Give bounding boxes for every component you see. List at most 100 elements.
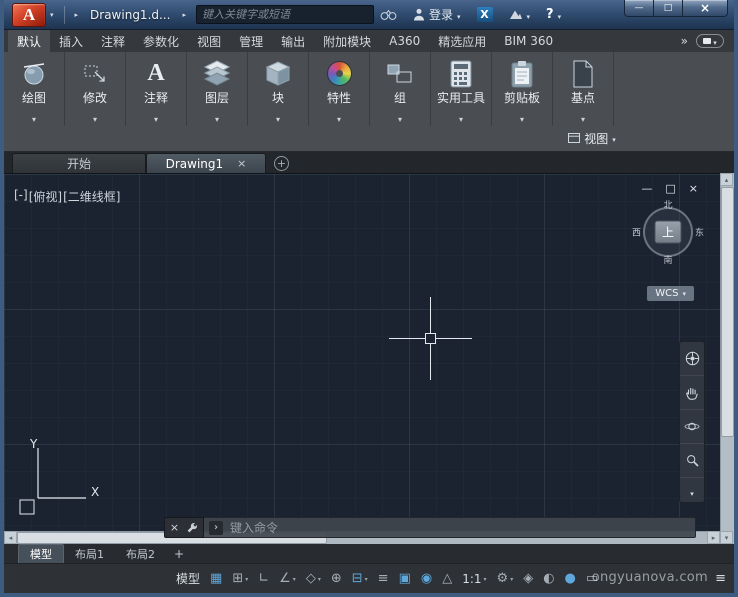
drawing-close-icon[interactable]: × <box>689 182 698 195</box>
ribbon-tab-a360[interactable]: A360 <box>380 30 429 52</box>
viewcube-east[interactable]: 东 <box>695 226 704 239</box>
vertical-scroll-thumb[interactable] <box>721 187 734 437</box>
minimize-button[interactable]: — <box>624 0 654 17</box>
exchange-apps-button[interactable]: X <box>476 7 493 22</box>
status-isolate-objects-button[interactable]: ◐ <box>543 572 554 585</box>
drawing-canvas[interactable]: [-] [俯视] [二维线框] — □ × 北 南 西 东 上 WCS ▾ ▾ … <box>4 173 720 544</box>
ribbon-tab-addins[interactable]: 附加模块 <box>314 30 380 52</box>
wcs-dropdown[interactable]: WCS <box>647 286 694 301</box>
viewcube-west[interactable]: 西 <box>632 226 641 239</box>
help-search-field[interactable] <box>195 5 374 24</box>
status-annotation-monitor-toggle[interactable]: ◈ <box>523 572 533 585</box>
annotation-scale-caret-icon[interactable] <box>482 572 487 586</box>
status-workspace-switcher[interactable]: ⚙ <box>497 572 514 586</box>
viewcube-top-face[interactable]: 上 <box>654 220 682 244</box>
command-close-icon[interactable]: × <box>170 521 179 534</box>
viewcube-north[interactable]: 北 <box>663 198 672 211</box>
status-annotation-scale-button[interactable]: 1:1 <box>462 572 486 586</box>
sign-in-button[interactable]: 登录 <box>413 6 461 23</box>
status-annotation-visibility-toggle[interactable]: ◉ <box>421 572 432 585</box>
panel-groups[interactable]: 组 <box>370 52 431 126</box>
ribbon-display-toggle-button[interactable] <box>696 34 724 48</box>
isodraft-caret-icon[interactable] <box>316 572 321 586</box>
viewport-menu-control[interactable]: [-] <box>14 188 28 205</box>
drawing-minimize-icon[interactable]: — <box>641 182 652 195</box>
app-menu-button[interactable]: A <box>12 2 46 27</box>
view-panel-title[interactable]: 视图 <box>560 128 624 148</box>
zoom-icon[interactable] <box>680 444 704 478</box>
panel-layers[interactable]: 图层 <box>187 52 248 126</box>
panel-basepoint[interactable]: 基点 <box>553 52 614 126</box>
status-object-snap-toggle[interactable]: ⊟ <box>352 572 368 586</box>
status-snap-toggle[interactable]: ⊞ <box>232 572 248 586</box>
status-isodraft-toggle[interactable]: ◇ <box>306 572 321 586</box>
polar-caret-icon[interactable] <box>291 572 296 586</box>
scroll-right-icon[interactable]: ▸ <box>707 531 720 544</box>
search-input[interactable] <box>201 8 368 21</box>
scroll-down-icon[interactable]: ▾ <box>720 531 733 544</box>
ribbon-tab-overflow-icon[interactable]: » <box>675 30 694 52</box>
help-button[interactable]: ? <box>546 7 561 22</box>
panel-block[interactable]: 块 <box>248 52 309 126</box>
status-osnap-tracking-toggle[interactable]: ⊕ <box>331 572 342 585</box>
panel-modify[interactable]: 修改 <box>65 52 126 126</box>
new-layout-button[interactable]: + <box>166 544 192 563</box>
ribbon-tab-annotate[interactable]: 注释 <box>92 30 134 52</box>
layout-tab-layout2[interactable]: 布局2 <box>115 544 166 563</box>
status-customize-button[interactable]: ≡ <box>715 572 726 585</box>
viewport-view-control[interactable]: [俯视] <box>29 188 62 205</box>
panel-properties[interactable]: 特性 <box>309 52 370 126</box>
pan-icon[interactable] <box>680 376 704 410</box>
navigation-wheel-icon[interactable] <box>680 342 704 376</box>
orbit-icon[interactable] <box>680 410 704 444</box>
object-snap-caret-icon[interactable] <box>363 572 368 586</box>
status-annotation-autoscale-toggle[interactable]: △ <box>442 572 452 585</box>
panel-clipboard[interactable]: 剪贴板 <box>492 52 553 126</box>
status-polar-toggle[interactable]: ∠ <box>279 572 296 586</box>
status-grid-toggle[interactable]: ▦ <box>210 572 222 585</box>
layout-tab-layout1[interactable]: 布局1 <box>64 544 115 563</box>
panel-annotate[interactable]: A 注释 <box>126 52 187 126</box>
maximize-button[interactable]: □ <box>654 0 682 17</box>
app-menu-caret-icon[interactable] <box>50 11 54 19</box>
ribbon-tab-insert[interactable]: 插入 <box>50 30 92 52</box>
scroll-up-icon[interactable]: ▴ <box>720 173 733 186</box>
status-ortho-toggle[interactable]: ∟ <box>258 572 269 585</box>
panel-basepoint-caret-icon <box>581 107 585 126</box>
file-tab-drawing1[interactable]: Drawing1 × <box>146 153 266 173</box>
ribbon-tab-view[interactable]: 视图 <box>188 30 230 52</box>
snap-caret-icon[interactable] <box>243 572 248 586</box>
ribbon-tab-parametric[interactable]: 参数化 <box>134 30 188 52</box>
drawing-restore-icon[interactable]: □ <box>665 182 675 195</box>
file-tab-start[interactable]: 开始 <box>12 153 146 173</box>
vertical-scrollbar[interactable]: ▴ ▾ <box>720 173 734 544</box>
viewport-visual-style-control[interactable]: [二维线框] <box>63 188 120 205</box>
command-line[interactable]: × › 键入命令 <box>164 517 696 538</box>
scroll-left-icon[interactable]: ◂ <box>4 531 17 544</box>
panel-draw[interactable]: 绘图 <box>4 52 65 126</box>
a360-connect-button[interactable] <box>509 8 531 22</box>
panel-utilities[interactable]: 实用工具 <box>431 52 492 126</box>
command-input[interactable]: › 键入命令 <box>204 517 696 538</box>
ribbon-tab-output[interactable]: 输出 <box>272 30 314 52</box>
status-lineweight-toggle[interactable]: ≡ <box>378 572 389 585</box>
file-tab-close-icon[interactable]: × <box>237 157 246 170</box>
command-prompt-icon[interactable]: › <box>209 520 223 535</box>
navbar-more-icon[interactable] <box>680 478 704 502</box>
status-model-toggle[interactable]: 模型 <box>176 570 200 587</box>
qat-overflow-icon[interactable] <box>75 11 79 19</box>
status-selection-cycling-toggle[interactable]: ▣ <box>399 572 411 585</box>
ribbon-tab-manage[interactable]: 管理 <box>230 30 272 52</box>
viewcube-south[interactable]: 南 <box>663 253 672 266</box>
workspace-caret-icon[interactable] <box>508 572 513 586</box>
search-collapse-icon[interactable] <box>182 11 186 19</box>
close-button[interactable]: × <box>682 0 728 17</box>
ribbon-tab-home[interactable]: 默认 <box>8 30 51 52</box>
new-drawing-button[interactable]: + <box>274 156 289 171</box>
layout-tab-model[interactable]: 模型 <box>18 544 64 563</box>
search-binoculars-icon[interactable] <box>380 9 397 21</box>
status-graphics-performance-toggle[interactable]: ● <box>565 572 576 585</box>
ribbon-tab-featured-apps[interactable]: 精选应用 <box>429 30 495 52</box>
ribbon-tab-bim360[interactable]: BIM 360 <box>495 30 562 52</box>
command-customize-wrench-icon[interactable] <box>186 522 198 534</box>
